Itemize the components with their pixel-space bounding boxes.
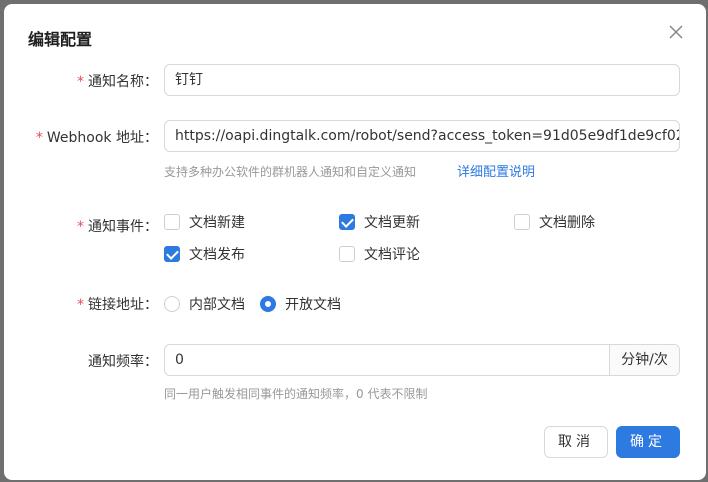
checkbox-box-checked [164, 246, 180, 262]
confirm-button[interactable]: 确定 [616, 426, 680, 458]
frequency-unit: 分钟/次 [609, 345, 679, 375]
frequency-hint: 同一用户触发相同事件的通知频率，0 代表不限制 [164, 387, 428, 401]
edit-config-dialog: 编辑配置 * 通知名称： 钉钉 * Webhook 地址： https://oapi… [4, 4, 706, 480]
checkbox-box [339, 246, 355, 262]
event-comment-checkbox[interactable]: 文档评论 [339, 244, 420, 264]
required-mark: * [35, 130, 43, 146]
internal-doc-radio[interactable]: 内部文档 [164, 294, 245, 314]
dialog-title: 编辑配置 [28, 30, 93, 49]
checkbox-box [164, 214, 180, 230]
name-input[interactable]: 钉钉 [164, 64, 680, 96]
link-address-label: * 链接地址： [77, 297, 158, 313]
event-update-checkbox[interactable]: 文档更新 [339, 212, 420, 232]
frequency-input[interactable]: 0 [165, 345, 609, 375]
required-mark: * [77, 297, 84, 313]
cancel-button[interactable]: 取消 [544, 426, 608, 458]
webhook-hint: 支持多种办公软件的群机器人通知和自定义通知 [164, 165, 417, 179]
event-delete-checkbox[interactable]: 文档删除 [514, 212, 595, 232]
webhook-label: * Webhook 地址： [35, 130, 158, 146]
radio-circle [164, 296, 180, 312]
required-mark: * [77, 219, 84, 235]
close-icon[interactable] [666, 22, 686, 42]
event-create-checkbox[interactable]: 文档新建 [164, 212, 245, 232]
events-label: * 通知事件： [77, 219, 158, 235]
config-help-link[interactable]: 详细配置说明 [457, 161, 535, 180]
event-publish-checkbox[interactable]: 文档发布 [164, 244, 245, 264]
required-mark: * [77, 74, 84, 90]
radio-circle-selected [260, 296, 276, 312]
public-doc-radio[interactable]: 开放文档 [260, 294, 341, 314]
frequency-input-group: 0 分钟/次 [164, 344, 680, 376]
frequency-label: 通知频率： [88, 354, 158, 370]
checkbox-box-checked [339, 214, 355, 230]
name-label: * 通知名称： [77, 74, 158, 90]
checkbox-box [514, 214, 530, 230]
webhook-input[interactable]: https://oapi.dingtalk.com/robot/send?acc… [164, 120, 680, 152]
